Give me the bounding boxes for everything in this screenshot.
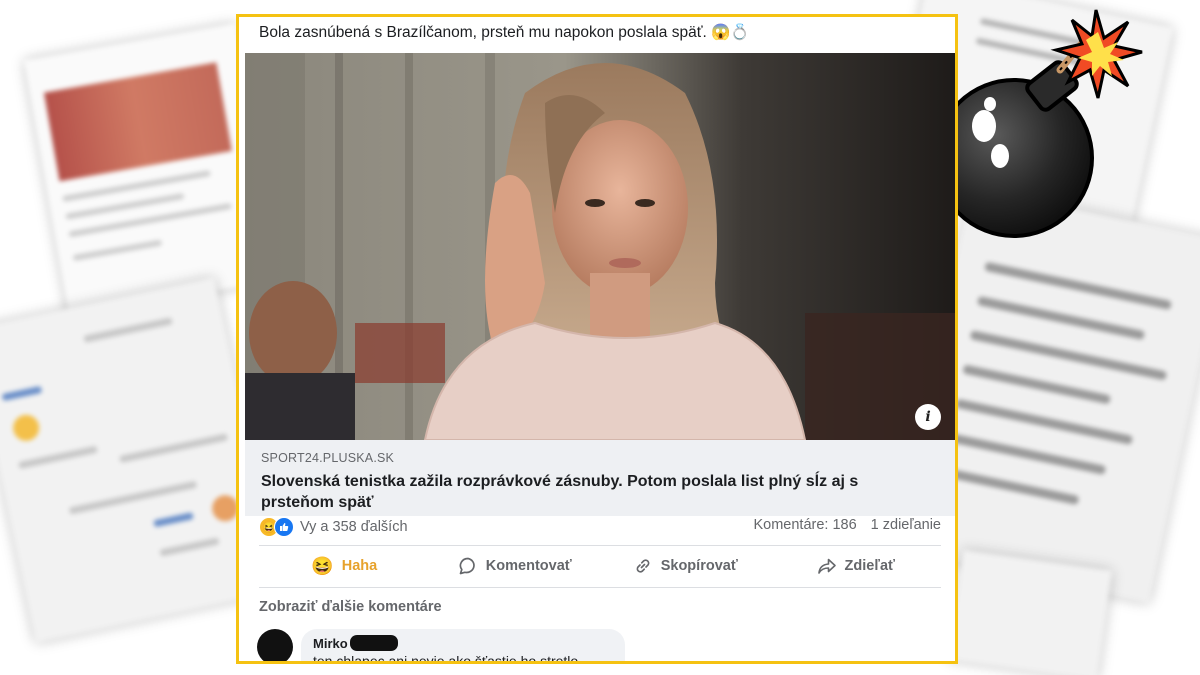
reactions-summary[interactable]: 😆 Vy a 358 ďalších xyxy=(259,517,408,537)
post-stats: Komentáre: 186 1 zdieľanie xyxy=(753,517,941,533)
like-icon xyxy=(274,517,294,537)
link-icon xyxy=(636,559,650,573)
article-image xyxy=(245,53,955,440)
comment: Mirko ten chlapec ani nevie ako šťastie … xyxy=(257,629,625,664)
copy-button[interactable]: Skopírovať xyxy=(600,551,771,581)
divider xyxy=(259,587,941,588)
redacted-surname xyxy=(349,635,398,651)
action-bar: 😆 Haha Komentovať Skopírovať Zdieľať xyxy=(259,551,941,581)
share-button[interactable]: Zdieľať xyxy=(771,551,942,581)
view-more-comments-link[interactable]: Zobraziť ďalšie komentáre xyxy=(259,599,442,615)
post-photo[interactable]: i xyxy=(245,53,955,440)
comment-icon xyxy=(459,557,475,575)
bomb-icon xyxy=(934,9,1143,238)
comment-bubble: Mirko ten chlapec ani nevie ako šťastie … xyxy=(301,629,625,664)
info-button[interactable]: i xyxy=(915,404,941,430)
haha-label: Haha xyxy=(341,558,378,574)
comments-count[interactable]: Komentáre: 186 xyxy=(753,517,856,533)
link-preview[interactable]: SPORT24.PLUSKA.SK Slovenská tenistka zaž… xyxy=(245,440,955,516)
copy-label: Skopírovať xyxy=(660,558,738,574)
comment-button[interactable]: Komentovať xyxy=(430,551,601,581)
background-reply-card xyxy=(948,550,1112,675)
comment-author[interactable]: Mirko xyxy=(313,635,613,651)
comment-text: ten chlapec ani nevie ako šťastie ho str… xyxy=(313,653,579,664)
link-domain: SPORT24.PLUSKA.SK xyxy=(261,451,395,465)
reactions-count: Vy a 358 ďalších xyxy=(300,519,408,535)
facebook-post: Bola zasnúbená s Brazílčanom, prsteň mu … xyxy=(236,14,958,664)
divider xyxy=(259,545,941,546)
shares-count[interactable]: 1 zdieľanie xyxy=(871,517,941,533)
haha-button[interactable]: 😆 Haha xyxy=(259,551,430,581)
link-headline[interactable]: Slovenská tenistka zažila rozprávkové zá… xyxy=(261,471,921,513)
share-icon xyxy=(817,558,836,574)
avatar[interactable] xyxy=(257,629,293,661)
comment-author-name: Mirko xyxy=(313,635,348,651)
share-label: Zdieľať xyxy=(844,558,895,574)
comment-label: Komentovať xyxy=(485,558,572,574)
post-caption: Bola zasnúbená s Brazílčanom, prsteň mu … xyxy=(259,24,750,41)
haha-icon: 😆 xyxy=(311,555,334,576)
